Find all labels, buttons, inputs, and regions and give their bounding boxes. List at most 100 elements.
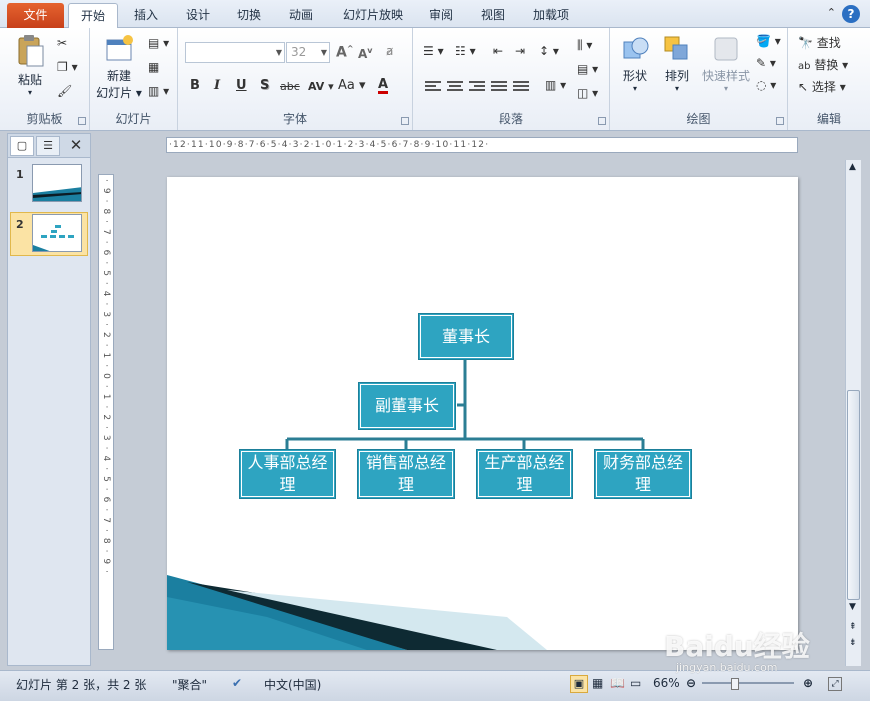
slide-canvas[interactable]: 董事长 副董事长 人事部总经理 销售部总经理 生产部总经理 财务部总经理 xyxy=(167,177,798,650)
help-icon[interactable]: ? xyxy=(842,5,860,23)
slideshow-view-icon[interactable]: ▭ xyxy=(630,676,641,690)
next-slide-icon[interactable]: ⇟ xyxy=(849,638,857,648)
slide-sorter-icon[interactable]: ▦ xyxy=(592,676,603,690)
clear-format-icon[interactable]: ⱥ xyxy=(386,44,393,58)
tab-addins[interactable]: 加载项 xyxy=(525,3,577,28)
slide-number: 1 xyxy=(16,168,24,181)
slides-tab-icon[interactable]: ▢ xyxy=(10,136,34,156)
org-box-chairman[interactable]: 董事长 xyxy=(418,313,514,360)
justify-icon[interactable] xyxy=(491,81,507,93)
underline-button[interactable]: U xyxy=(236,78,247,93)
tab-file[interactable]: 文件 xyxy=(7,3,64,28)
zoom-slider-thumb[interactable] xyxy=(731,678,739,690)
layout-icon[interactable]: ▤ ▾ xyxy=(148,36,169,50)
theme-status[interactable]: "聚合" xyxy=(172,676,207,693)
paste-button[interactable]: 粘贴 ▾ xyxy=(10,34,50,97)
font-size-combo[interactable]: 32 ▼ xyxy=(286,42,330,63)
tab-design[interactable]: 设计 xyxy=(178,3,218,28)
scroll-up-icon[interactable]: ▲ xyxy=(849,162,856,172)
increase-indent-icon[interactable]: ⇥ xyxy=(515,44,525,58)
paragraph-launcher-icon[interactable] xyxy=(598,117,606,125)
replace-button[interactable]: ab 替换 ▾ xyxy=(798,56,848,73)
tab-animations[interactable]: 动画 xyxy=(281,3,321,28)
format-painter-icon[interactable]: 🖌 xyxy=(57,84,72,98)
replace-label: 替换 xyxy=(814,58,839,72)
outline-tab-icon[interactable]: ☰ xyxy=(36,136,60,156)
org-box-finance-manager[interactable]: 财务部总经理 xyxy=(594,449,692,499)
smartart-icon[interactable]: ◫ ▾ xyxy=(577,86,598,100)
normal-view-icon[interactable]: ▣ xyxy=(570,675,588,693)
reading-view-icon[interactable]: 📖 xyxy=(610,676,625,690)
quick-styles-button[interactable]: 快速样式 ▾ xyxy=(698,34,754,93)
tab-home[interactable]: 开始 xyxy=(68,3,118,29)
slide-thumbnail-1[interactable] xyxy=(32,164,82,202)
find-icon: 🔭 xyxy=(798,36,813,50)
shape-effects-icon[interactable]: ◌ ▾ xyxy=(756,78,776,92)
tab-insert[interactable]: 插入 xyxy=(126,3,166,28)
line-spacing-icon[interactable]: ↕ ▾ xyxy=(539,44,559,58)
tab-slideshow[interactable]: 幻灯片放映 xyxy=(333,3,413,28)
section-icon[interactable]: ▥ ▾ xyxy=(148,84,169,98)
slides-panel: ▢ ☰ ✕ 1 2 xyxy=(7,133,91,666)
tab-view[interactable]: 视图 xyxy=(473,3,513,28)
org-box-sales-manager[interactable]: 销售部总经理 xyxy=(357,449,455,499)
drawing-launcher-icon[interactable] xyxy=(776,117,784,125)
select-button[interactable]: ↖ 选择 ▾ xyxy=(798,78,846,95)
fit-to-window-icon[interactable]: ⤢ xyxy=(828,677,842,691)
strikethrough-button[interactable]: abc xyxy=(280,80,300,93)
spellcheck-icon[interactable]: ✔ xyxy=(232,676,242,690)
align-right-icon[interactable] xyxy=(469,81,485,93)
slides-group-label: 幻灯片 xyxy=(115,112,152,126)
prev-slide-icon[interactable]: ⇞ xyxy=(849,622,857,632)
text-direction-icon[interactable]: ⫼ ▾ xyxy=(577,38,592,53)
italic-button[interactable]: I xyxy=(214,78,220,93)
align-text-icon[interactable]: ▤ ▾ xyxy=(577,62,598,76)
shape-fill-icon[interactable]: 🪣 ▾ xyxy=(756,34,781,48)
font-group: ▼ 32 ▼ A^ Av ⱥ B I U S abc AV ▾ Aa ▾ A 字体 xyxy=(178,28,413,130)
org-box-production-manager[interactable]: 生产部总经理 xyxy=(476,449,573,499)
scroll-thumb[interactable] xyxy=(847,390,860,600)
font-name-combo[interactable]: ▼ xyxy=(185,42,285,63)
reset-icon[interactable]: ▦ xyxy=(148,60,159,74)
font-color-button[interactable]: A xyxy=(378,78,389,94)
clipboard-launcher-icon[interactable] xyxy=(78,117,86,125)
arrange-button[interactable]: 排列 ▾ xyxy=(656,34,698,93)
minimize-ribbon-icon[interactable]: ⌃ xyxy=(827,6,836,19)
drawing-group: 形状 ▾ 排列 ▾ 快速样式 ▾ 🪣 ▾ ✎ ▾ ◌ ▾ 绘图 xyxy=(610,28,788,130)
align-center-icon[interactable] xyxy=(447,81,463,93)
zoom-in-icon[interactable]: ⊕ xyxy=(803,676,813,690)
shrink-font-button[interactable]: Av xyxy=(358,46,373,61)
org-box-vice-chairman[interactable]: 副董事长 xyxy=(358,382,456,430)
shadow-button[interactable]: S xyxy=(260,78,269,93)
change-case-button[interactable]: Aa ▾ xyxy=(338,78,366,93)
numbering-icon[interactable]: ☷ ▾ xyxy=(455,44,476,58)
font-launcher-icon[interactable] xyxy=(401,117,409,125)
tab-review[interactable]: 审阅 xyxy=(421,3,461,28)
close-panel-icon[interactable]: ✕ xyxy=(64,136,88,156)
new-slide-button[interactable]: 新建 幻灯片 ▾ xyxy=(94,34,144,101)
align-left-icon[interactable] xyxy=(425,81,441,93)
scroll-down-icon[interactable]: ▼ xyxy=(849,602,856,612)
bold-button[interactable]: B xyxy=(190,78,200,93)
vertical-scrollbar[interactable]: ▲ ▼ ⇞ ⇟ xyxy=(845,160,861,666)
shapes-button[interactable]: 形状 ▾ xyxy=(614,34,656,93)
org-box-hr-manager[interactable]: 人事部总经理 xyxy=(239,449,336,499)
zoom-out-icon[interactable]: ⊖ xyxy=(686,676,696,690)
find-button[interactable]: 🔭 查找 xyxy=(798,34,841,51)
bullets-icon[interactable]: ☰ ▾ xyxy=(423,44,444,58)
decrease-indent-icon[interactable]: ⇤ xyxy=(493,44,503,58)
distribute-icon[interactable] xyxy=(513,81,529,93)
slide-thumbnail-2[interactable] xyxy=(32,214,82,252)
tab-transitions[interactable]: 切换 xyxy=(229,3,269,28)
grow-font-button[interactable]: A^ xyxy=(336,44,354,61)
baidu-watermark-url: jingyan.baidu.com xyxy=(676,661,778,674)
language-status[interactable]: 中文(中国) xyxy=(264,676,321,693)
copy-icon[interactable]: ❐ ▾ xyxy=(57,60,78,74)
zoom-slider[interactable] xyxy=(702,682,794,684)
cut-icon[interactable]: ✂ xyxy=(57,36,67,50)
char-spacing-button[interactable]: AV ▾ xyxy=(308,80,334,93)
shape-outline-icon[interactable]: ✎ ▾ xyxy=(756,56,776,70)
replace-icon: ab xyxy=(798,61,811,72)
zoom-level[interactable]: 66% xyxy=(653,676,680,690)
columns-icon[interactable]: ▥ ▾ xyxy=(545,78,566,92)
